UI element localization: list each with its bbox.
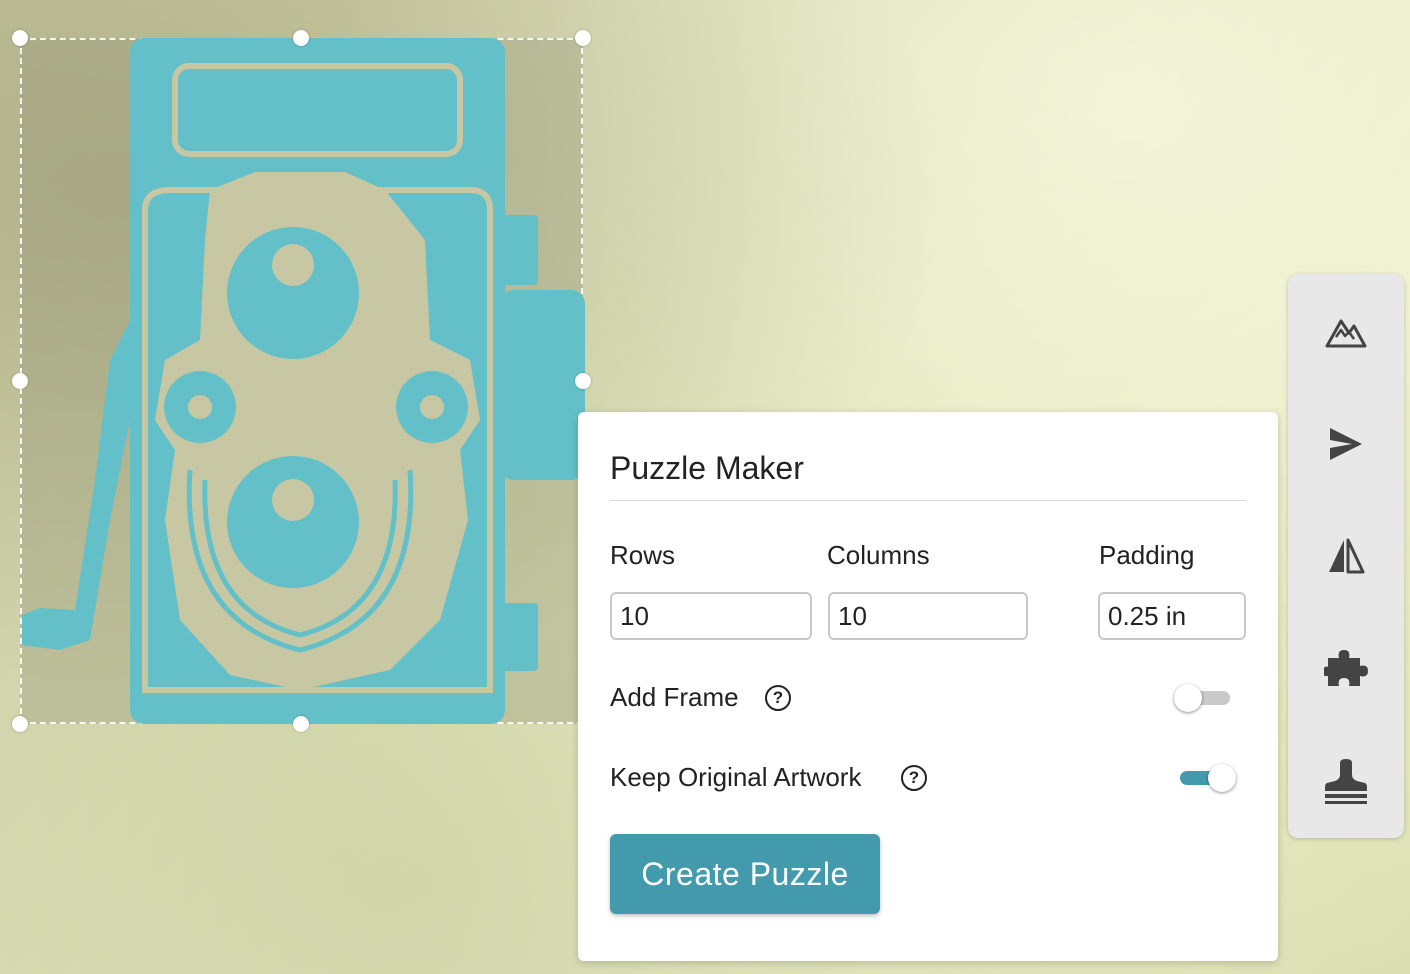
mirror-icon: [1329, 538, 1365, 574]
puzzle-icon: [1324, 650, 1368, 686]
resize-handle-left[interactable]: [12, 373, 28, 389]
add-frame-toggle[interactable]: [1172, 682, 1232, 714]
resize-handle-top-right[interactable]: [575, 30, 591, 46]
add-frame-label: Add Frame: [610, 682, 739, 712]
keep-artwork-help-icon[interactable]: ?: [901, 765, 927, 791]
puzzle-maker-panel: Puzzle Maker Rows Columns Padding Add Fr…: [578, 412, 1278, 961]
tool-puzzle[interactable]: [1316, 638, 1376, 698]
mountain-icon: [1325, 319, 1367, 348]
resize-handle-top[interactable]: [293, 30, 309, 46]
padding-input[interactable]: [1098, 592, 1246, 640]
resize-handle-right[interactable]: [575, 373, 591, 389]
right-toolbar: [1288, 274, 1404, 838]
camera-artwork[interactable]: [0, 0, 600, 740]
resize-handle-bottom-left[interactable]: [12, 716, 28, 732]
columns-label: Columns: [827, 540, 930, 570]
keep-artwork-label: Keep Original Artwork: [610, 762, 862, 792]
rows-label: Rows: [610, 540, 676, 570]
resize-handle-top-left[interactable]: [12, 30, 28, 46]
tool-mirror[interactable]: [1316, 526, 1376, 586]
create-puzzle-button[interactable]: Create Puzzle: [610, 834, 880, 914]
tool-stamp[interactable]: [1316, 752, 1376, 812]
padding-label: Padding: [1099, 540, 1195, 570]
send-icon: [1330, 428, 1362, 460]
keep-artwork-toggle-knob: [1208, 764, 1236, 792]
rows-input[interactable]: [610, 592, 812, 640]
add-frame-toggle-knob: [1174, 684, 1202, 712]
stamp-icon: [1325, 759, 1367, 804]
keep-artwork-toggle[interactable]: [1178, 762, 1240, 794]
tool-background[interactable]: [1316, 302, 1376, 362]
columns-input[interactable]: [828, 592, 1028, 640]
title-divider: [610, 500, 1246, 501]
resize-handle-bottom[interactable]: [293, 716, 309, 732]
panel-title: Puzzle Maker: [610, 450, 804, 486]
tool-send[interactable]: [1316, 414, 1376, 474]
add-frame-help-icon[interactable]: ?: [765, 685, 791, 711]
